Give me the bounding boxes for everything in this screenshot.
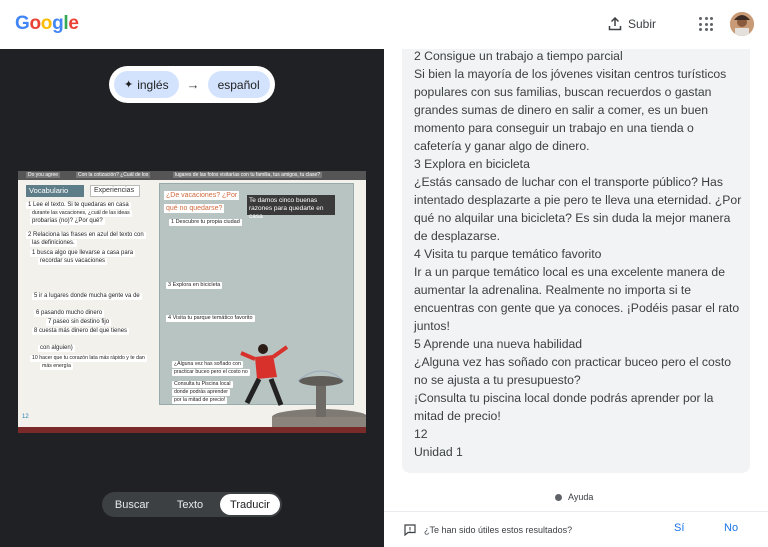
image-text: 2 Relaciona las frases en azul del texto…	[26, 232, 146, 239]
image-text: qué no quedarse?	[164, 204, 225, 213]
image-text: 1 busca algo que llevarse a casa para	[30, 250, 136, 257]
logo-letter: o	[40, 13, 53, 34]
image-page-number: 12	[22, 414, 29, 420]
result-paragraph: ¡Consulta tu piscina local donde podrás …	[414, 391, 714, 423]
result-heading: 2 Consigue un trabajo a tiempo parcial	[414, 49, 623, 63]
image-text: 1 Descubre tu propia ciudad	[169, 219, 242, 226]
image-text: 3 Explora en bicicleta	[166, 282, 223, 289]
image-pane: ✦ inglés → español Do you agree Con la c…	[0, 49, 384, 547]
tab-text[interactable]: Texto	[160, 494, 220, 515]
image-text: lugares de las fotos visitarías con tu f…	[173, 172, 323, 178]
logo-letter: e	[68, 13, 79, 34]
translated-image[interactable]: Do you agree Con la cotización? ¿Cuál de…	[18, 171, 366, 433]
result-heading: 5 Aprende una nueva habilidad	[414, 337, 583, 351]
image-text: recordar sus vacaciones	[38, 258, 108, 265]
image-text: donde podrás aprender	[172, 389, 230, 396]
image-text: 10 hacer que tu corazón lata más rápido …	[30, 355, 147, 362]
result-paragraph: Ir a un parque temático local es una exc…	[414, 265, 740, 333]
image-text: probarías (no)? ¿Por qué?	[30, 218, 105, 225]
image-text: 4 Visita tu parque temático favorito	[166, 315, 255, 322]
image-text: 1 Lee el texto. Si te quedaras en casa	[26, 202, 131, 209]
image-text: 7 paseo sin destino fijo	[46, 319, 112, 326]
image-text: 5 ir a lugares donde mucha gente va de	[32, 293, 142, 300]
image-text: ¿De vacaciones? ¿Por	[164, 191, 240, 200]
feedback-no-button[interactable]: No	[724, 522, 738, 534]
avatar[interactable]	[730, 12, 754, 36]
feedback-bar: ¿Te han sido útiles estos resultados? Sí…	[404, 522, 754, 538]
feedback-icon	[404, 524, 416, 536]
result-page-number: 12	[414, 427, 428, 441]
vocab-heading: Vocabulario	[26, 185, 84, 197]
image-text: durante las vacaciones, ¿cuál de las ide…	[30, 210, 132, 217]
image-text: 6 pasando mucho dinero	[34, 310, 105, 317]
image-text: más energía	[40, 363, 73, 370]
image-text: con alguien)	[38, 345, 75, 352]
help-link[interactable]: Ayuda	[555, 492, 593, 502]
image-text: Consulta tu Piscina local	[172, 381, 233, 388]
logo-letter: g	[52, 13, 64, 34]
result-paragraph: Si bien la mayoría de los jóvenes visita…	[414, 67, 727, 153]
source-language-button[interactable]: ✦ inglés	[114, 71, 179, 98]
image-top-strip: Do you agree Con la cotización? ¿Cuál de…	[18, 171, 366, 180]
target-language-label: español	[217, 77, 260, 92]
image-text: 8 cuesta más dinero del que tienes	[32, 328, 130, 335]
top-bar: Google Subir	[0, 0, 768, 49]
feedback-yes-button[interactable]: Sí	[674, 522, 684, 534]
divider	[384, 511, 768, 512]
image-text: Con la cotización? ¿Cuál de los	[76, 172, 151, 178]
help-label: Ayuda	[568, 492, 594, 502]
result-unit: Unidad 1	[414, 445, 463, 459]
tab-search[interactable]: Buscar	[104, 494, 160, 515]
upload-button[interactable]: Subir	[608, 13, 656, 35]
image-text: Do you agree	[26, 172, 61, 178]
tab-translate[interactable]: Traducir	[220, 494, 280, 515]
sparkle-icon: ✦	[124, 79, 134, 91]
feedback-question: ¿Te han sido útiles estos resultados?	[424, 525, 573, 535]
target-language-button[interactable]: español	[207, 71, 270, 98]
image-text: Te damos cinco buenas razones para queda…	[247, 195, 335, 220]
upload-label: Subir	[628, 17, 657, 31]
image-text: las definiciones.	[30, 240, 77, 247]
image-text: por la mitad de precio!	[172, 397, 228, 404]
logo-letter: o	[29, 13, 41, 34]
arrow-right-icon: →	[186, 77, 200, 92]
image-bottom-bar	[18, 427, 366, 433]
result-heading: 3 Explora en bicicleta	[414, 157, 530, 171]
language-selector: ✦ inglés → español	[109, 66, 275, 103]
dancer-illustration	[240, 344, 289, 406]
apps-grid-icon[interactable]	[699, 17, 713, 31]
translation-result: 2 Consigue un trabajo a tiempo parcial S…	[402, 49, 750, 473]
logo-letter: G	[15, 13, 30, 34]
mode-tabs: Buscar Texto Traducir	[102, 492, 282, 517]
google-logo[interactable]: Google	[15, 13, 79, 35]
result-paragraph: ¿Estás cansado de luchar con el transpor…	[414, 175, 742, 243]
source-language-label: inglés	[137, 77, 169, 92]
results-pane: 2 Consigue un trabajo a tiempo parcial S…	[384, 49, 768, 547]
result-paragraph: ¿Alguna vez has soñado con practicar buc…	[414, 355, 732, 387]
help-icon	[555, 493, 562, 501]
upload-icon	[608, 17, 622, 31]
avatar-photo	[730, 12, 754, 36]
experiences-heading: Experiencias	[90, 185, 140, 197]
result-heading: 4 Visita tu parque temático favorito	[414, 247, 602, 261]
translation-text[interactable]: 2 Consigue un trabajo a tiempo parcial S…	[414, 49, 744, 461]
